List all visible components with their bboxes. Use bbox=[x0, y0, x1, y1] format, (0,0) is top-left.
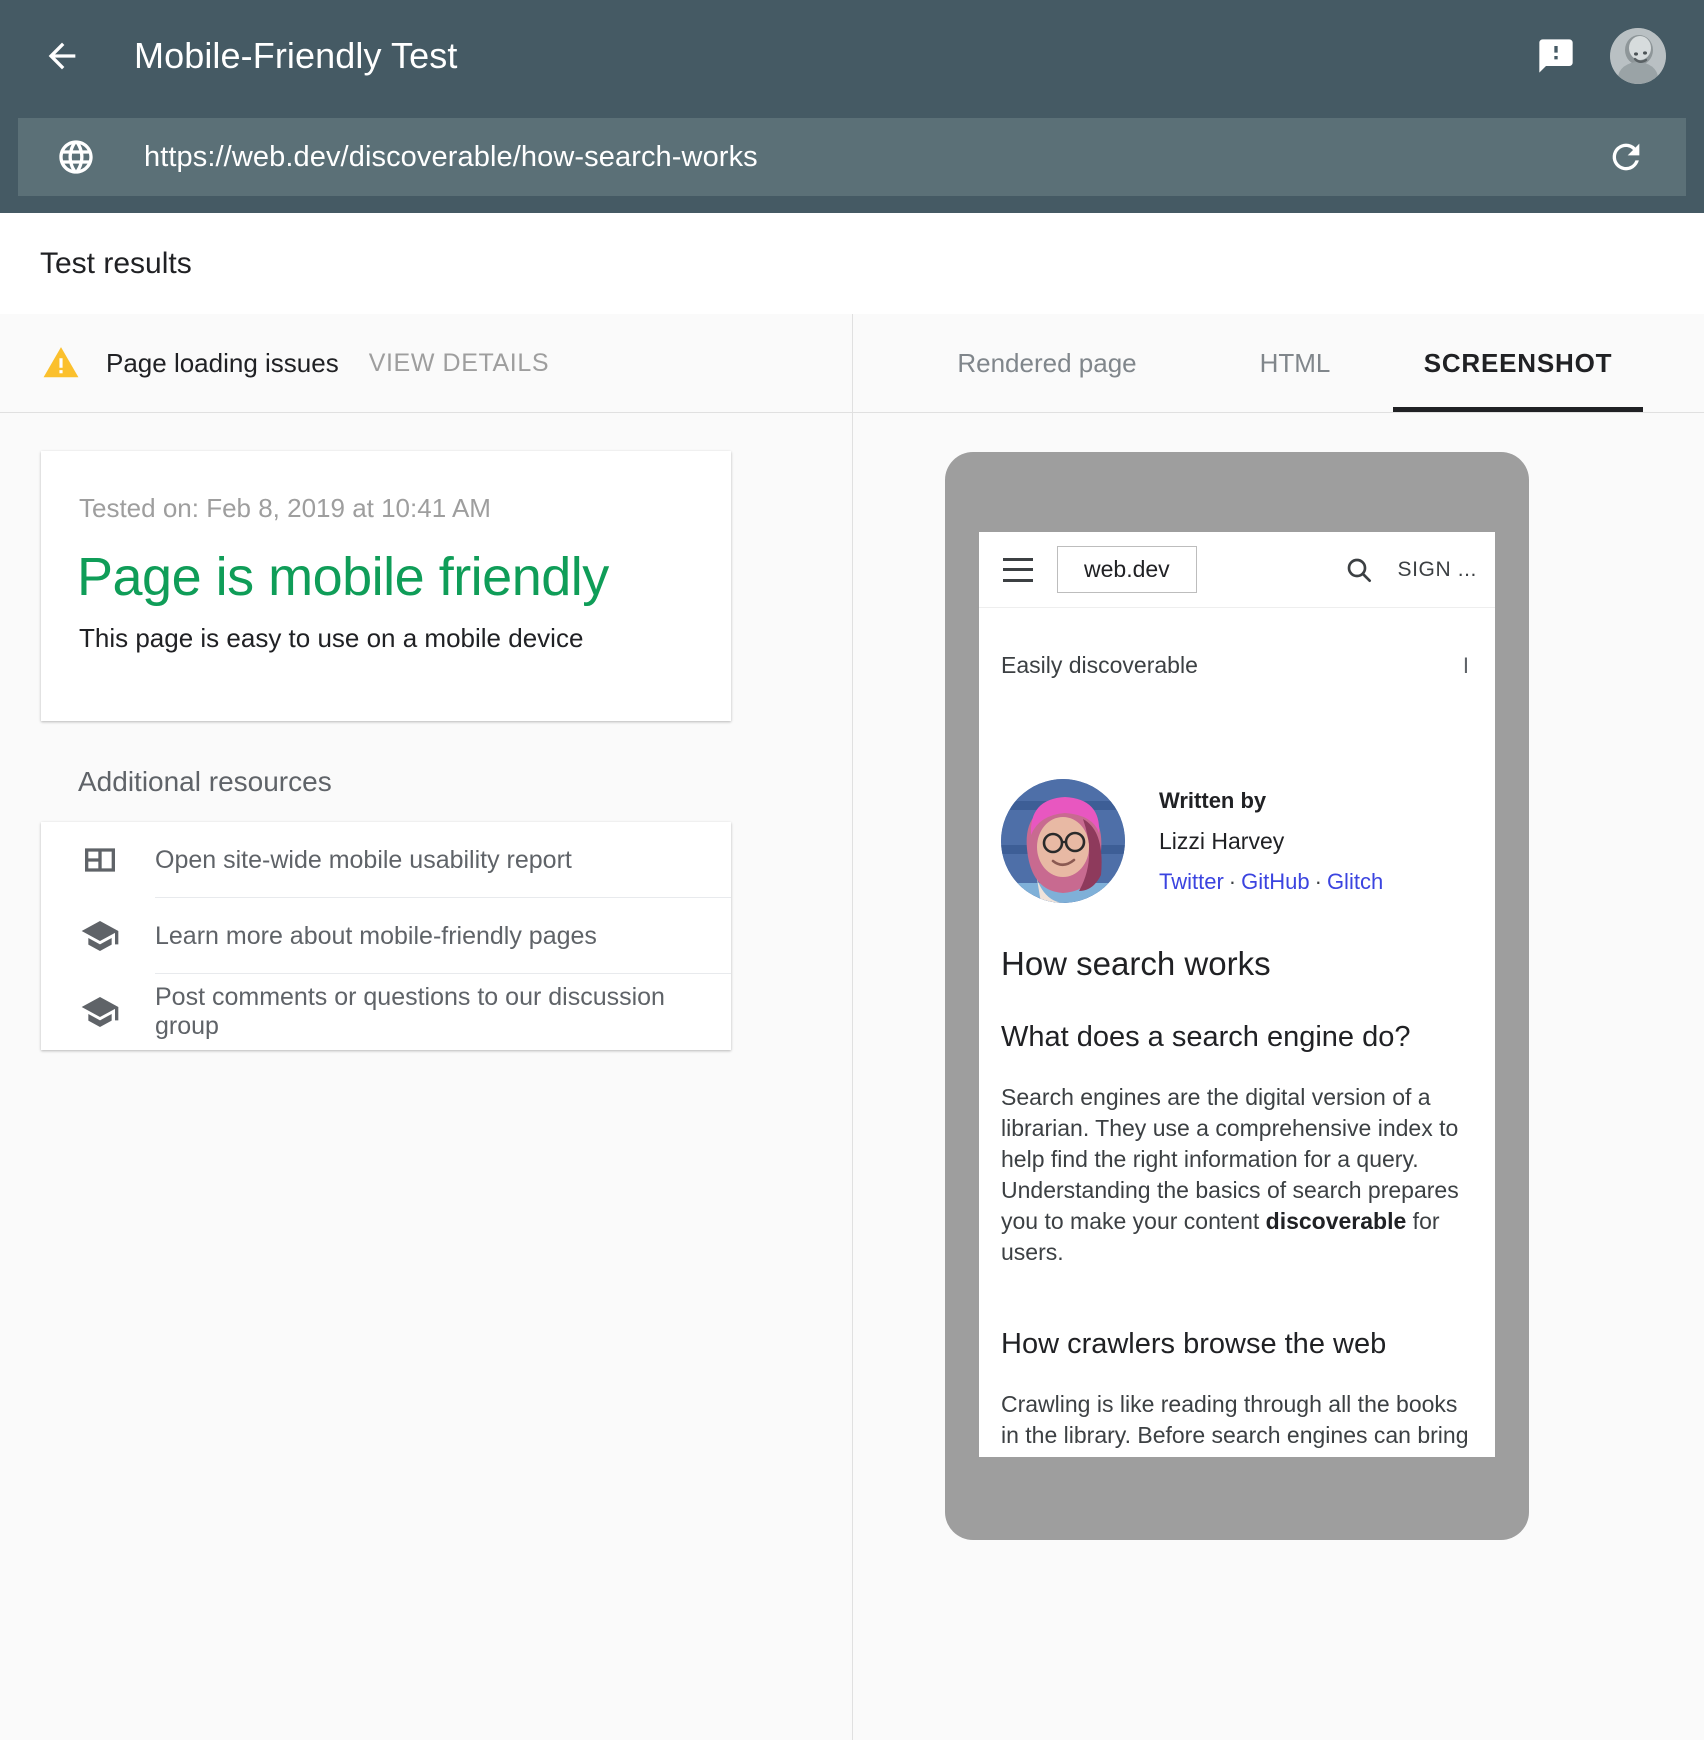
author-link-glitch[interactable]: Glitch bbox=[1327, 869, 1383, 894]
globe-icon bbox=[56, 137, 96, 177]
author-link-twitter[interactable]: Twitter bbox=[1159, 869, 1224, 894]
app-bar-row: Mobile-Friendly Test bbox=[0, 0, 1704, 112]
site-logo[interactable]: web.dev bbox=[1057, 546, 1197, 593]
avatar[interactable] bbox=[1610, 28, 1666, 84]
article-paragraph-1: Search engines are the digital version o… bbox=[1001, 1082, 1473, 1268]
article-heading-2b: How crawlers browse the web bbox=[1001, 1328, 1473, 1361]
preview-tabbar: Rendered page HTML SCREENSHOT bbox=[853, 314, 1704, 413]
tab-rendered-page[interactable]: Rendered page bbox=[897, 314, 1197, 412]
author-meta: Written by Lizzi Harvey Twitter·GitHub·G… bbox=[1159, 788, 1383, 895]
written-by-label: Written by bbox=[1159, 788, 1383, 814]
link-separator: · bbox=[1315, 869, 1322, 894]
link-separator: · bbox=[1229, 869, 1236, 894]
article-heading-1: How search works bbox=[1001, 945, 1473, 983]
app-bar: Mobile-Friendly Test bbox=[0, 0, 1704, 213]
feedback-button[interactable] bbox=[1532, 32, 1580, 80]
additional-resources-card: Open site-wide mobile usability report L… bbox=[41, 822, 731, 1050]
verdict-subtext: This page is easy to use on a mobile dev… bbox=[79, 623, 583, 654]
author-link-github[interactable]: GitHub bbox=[1241, 869, 1309, 894]
right-pane: Rendered page HTML SCREENSHOT web.dev bbox=[853, 314, 1704, 1740]
school-graduation-cap-icon bbox=[79, 991, 121, 1033]
left-pane: Page loading issues VIEW DETAILS Tested … bbox=[0, 314, 853, 1740]
page-title: Mobile-Friendly Test bbox=[134, 35, 457, 77]
phone-mockup: web.dev SIGN ... Easily discoverable I bbox=[945, 452, 1529, 1540]
site-header: web.dev SIGN ... bbox=[979, 532, 1495, 608]
resource-row-learn-more[interactable]: Learn more about mobile-friendly pages bbox=[41, 898, 731, 974]
additional-resources-title: Additional resources bbox=[78, 766, 332, 798]
tab-html[interactable]: HTML bbox=[1197, 314, 1393, 412]
warning-triangle-icon-wrap bbox=[42, 344, 80, 382]
page-loading-issues-label: Page loading issues bbox=[106, 348, 339, 379]
warning-triangle-icon bbox=[42, 344, 80, 382]
view-details-button[interactable]: VIEW DETAILS bbox=[369, 349, 549, 378]
tested-on-text: Tested on: Feb 8, 2019 at 10:41 AM bbox=[79, 493, 491, 524]
arrow-back-icon bbox=[42, 36, 82, 76]
author-avatar-image bbox=[1001, 779, 1125, 903]
resource-label: Learn more about mobile-friendly pages bbox=[155, 922, 597, 951]
results-header: Test results bbox=[0, 213, 1704, 314]
globe-icon-wrap bbox=[52, 133, 100, 181]
article-paragraph-2: Crawling is like reading through all the… bbox=[1001, 1389, 1473, 1457]
results-header-title: Test results bbox=[40, 247, 192, 281]
verdict-text: Page is mobile friendly bbox=[77, 546, 609, 608]
user-avatar-image bbox=[1610, 28, 1666, 84]
result-card: Tested on: Feb 8, 2019 at 10:41 AM Page … bbox=[41, 451, 731, 721]
school-graduation-cap-icon bbox=[79, 915, 121, 957]
resource-row-usability-report[interactable]: Open site-wide mobile usability report bbox=[41, 822, 731, 898]
dashboard-report-icon bbox=[79, 839, 121, 881]
breadcrumb-label: Easily discoverable bbox=[1001, 652, 1198, 679]
site-body: Easily discoverable I bbox=[979, 652, 1495, 1457]
hamburger-menu-icon[interactable] bbox=[1003, 558, 1033, 582]
url-bar[interactable]: https://web.dev/discoverable/how-search-… bbox=[18, 118, 1686, 196]
phone-screen: web.dev SIGN ... Easily discoverable I bbox=[979, 532, 1495, 1457]
article-heading-2: What does a search engine do? bbox=[1001, 1021, 1473, 1054]
resource-label: Post comments or questions to our discus… bbox=[155, 983, 731, 1041]
page-loading-issues-bar: Page loading issues VIEW DETAILS bbox=[0, 314, 852, 413]
feedback-icon bbox=[1536, 36, 1576, 76]
reload-button[interactable] bbox=[1604, 135, 1648, 179]
resource-row-discussion-group[interactable]: Post comments or questions to our discus… bbox=[41, 974, 731, 1050]
sign-in-button[interactable]: SIGN ... bbox=[1398, 558, 1477, 582]
resource-label: Open site-wide mobile usability report bbox=[155, 846, 572, 875]
tab-screenshot[interactable]: SCREENSHOT bbox=[1393, 314, 1643, 412]
breadcrumb: Easily discoverable I bbox=[1001, 652, 1473, 679]
body-split: Page loading issues VIEW DETAILS Tested … bbox=[0, 314, 1704, 1740]
back-button[interactable] bbox=[36, 30, 88, 82]
reload-icon bbox=[1606, 137, 1646, 177]
url-text: https://web.dev/discoverable/how-search-… bbox=[144, 141, 758, 174]
author-name: Lizzi Harvey bbox=[1159, 828, 1383, 855]
search-icon[interactable] bbox=[1342, 553, 1376, 587]
author-block: Written by Lizzi Harvey Twitter·GitHub·G… bbox=[1001, 779, 1473, 903]
breadcrumb-trailing: I bbox=[1463, 653, 1469, 679]
author-avatar bbox=[1001, 779, 1125, 903]
author-links: Twitter·GitHub·Glitch bbox=[1159, 869, 1383, 895]
paragraph-bold-term: discoverable bbox=[1266, 1208, 1407, 1234]
